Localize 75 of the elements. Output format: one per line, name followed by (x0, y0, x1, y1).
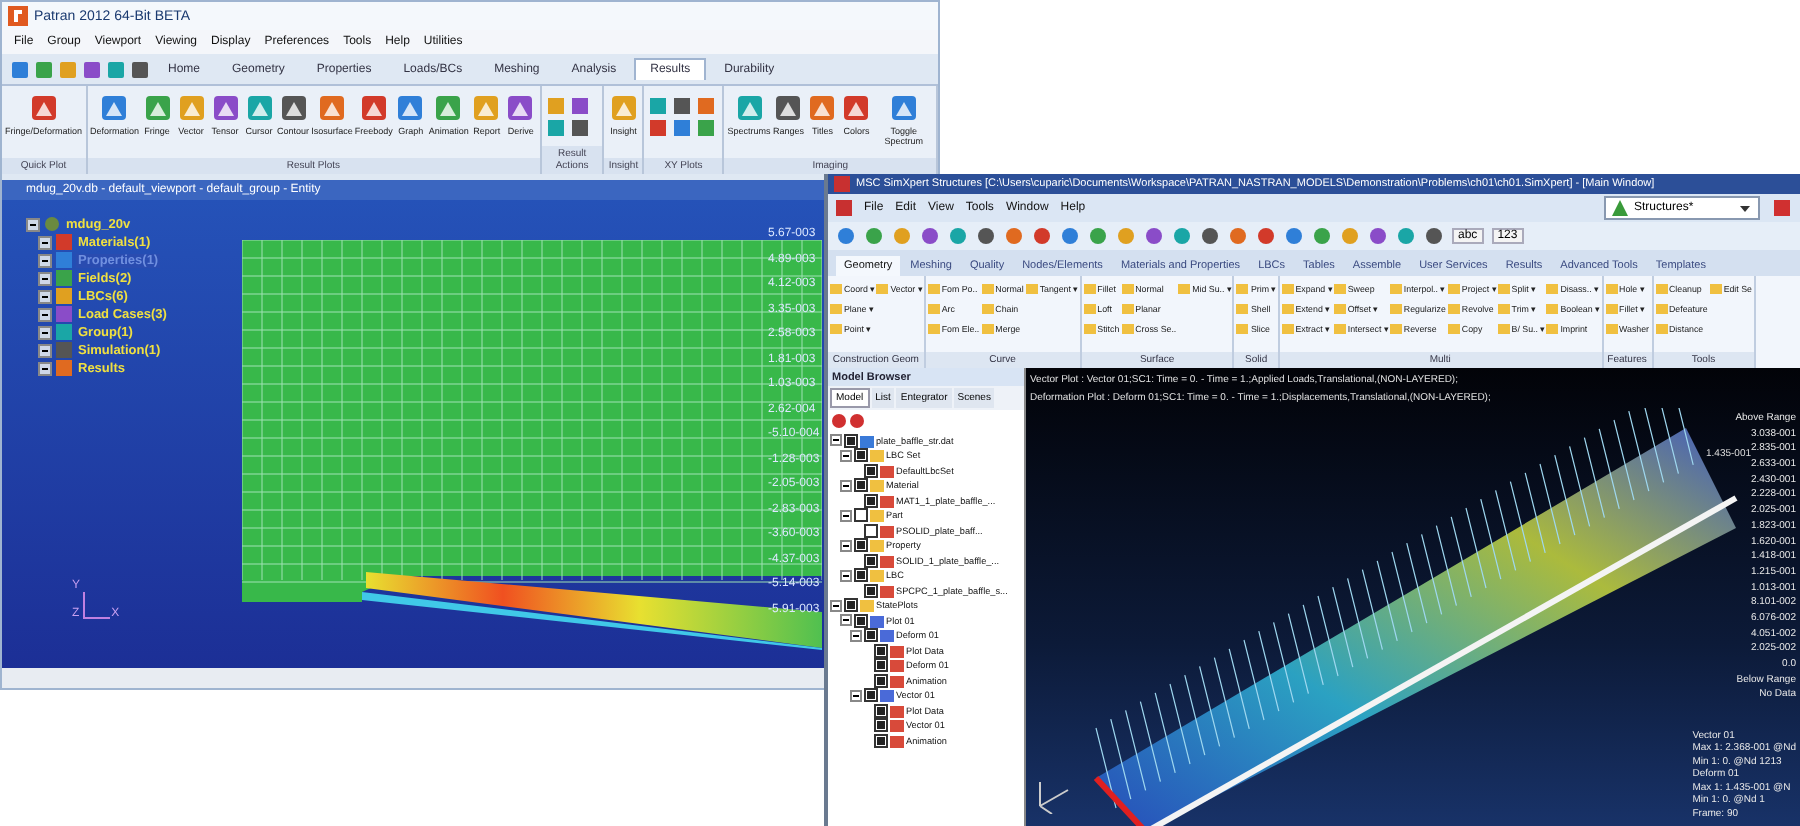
plot-icon (357, 92, 390, 124)
tool-icon[interactable] (672, 96, 693, 116)
plot-icon (840, 92, 873, 124)
plot-icon (806, 92, 839, 124)
plot-icon (315, 92, 348, 124)
collapse-icon[interactable] (840, 614, 852, 627)
tool-icon[interactable] (672, 118, 693, 138)
checkbox[interactable] (864, 523, 878, 538)
collapse-icon[interactable] (850, 629, 862, 642)
checkbox[interactable] (854, 448, 868, 463)
checkbox[interactable] (874, 643, 888, 658)
tool-icon[interactable] (569, 96, 590, 116)
collapse-icon[interactable] (830, 599, 842, 612)
tool-icon[interactable] (648, 118, 669, 138)
checkbox[interactable] (874, 673, 888, 688)
collapse-icon[interactable] (38, 289, 52, 303)
caret-icon (1738, 201, 1752, 215)
workspace-icon (1612, 200, 1628, 216)
plot-icon (470, 92, 503, 124)
collapse-icon[interactable] (840, 449, 852, 462)
tool-icon[interactable] (1772, 198, 1792, 218)
checkbox[interactable] (854, 508, 868, 523)
collapse-icon[interactable] (38, 307, 52, 321)
checkbox[interactable] (874, 733, 888, 748)
plot-icon (209, 92, 242, 124)
model-icon (44, 216, 60, 232)
plot-icon (772, 92, 805, 124)
plot-icon (243, 92, 276, 124)
folder-icon (1709, 282, 1722, 294)
plot-icon (504, 92, 537, 124)
checkbox[interactable] (854, 613, 868, 628)
collapse-icon[interactable] (38, 325, 52, 339)
collapse-icon[interactable] (830, 434, 842, 447)
plot-icon (432, 92, 465, 124)
plot-icon (98, 92, 131, 124)
tool-icon[interactable] (569, 118, 590, 138)
collapse-icon[interactable] (840, 569, 852, 582)
checkbox[interactable] (864, 583, 878, 598)
plot-icon (175, 92, 208, 124)
plot-icon (27, 92, 60, 124)
plot-icon (277, 92, 310, 124)
collapse-icon[interactable] (840, 539, 852, 552)
checkbox[interactable] (854, 568, 868, 583)
checkbox[interactable] (854, 538, 868, 553)
checkbox[interactable] (854, 478, 868, 493)
checkbox[interactable] (864, 628, 878, 643)
tool-icon[interactable] (696, 118, 717, 138)
axis-triad-icon (81, 592, 110, 620)
collapse-icon[interactable] (38, 235, 52, 249)
checkbox[interactable] (864, 493, 878, 508)
collapse-icon[interactable] (840, 509, 852, 522)
plot-icon (733, 92, 765, 124)
collapse-icon[interactable] (38, 361, 52, 375)
collapse-icon[interactable] (840, 479, 852, 492)
collapse-icon[interactable] (850, 689, 862, 702)
checkbox[interactable] (844, 598, 858, 613)
plot-icon (394, 92, 427, 124)
collapse-icon[interactable] (38, 271, 52, 285)
tool-icon[interactable] (696, 96, 717, 116)
checkbox[interactable] (864, 688, 878, 703)
collapse-icon[interactable] (26, 217, 40, 231)
folder-icon (1025, 282, 1038, 294)
plot-icon (607, 92, 640, 124)
checkbox[interactable] (874, 718, 888, 733)
checkbox[interactable] (874, 658, 888, 673)
plot-icon (887, 92, 920, 124)
checkbox[interactable] (864, 553, 878, 568)
checkbox[interactable] (874, 703, 888, 718)
checkbox[interactable] (844, 433, 858, 448)
plot-icon (141, 92, 174, 124)
folder-icon (1178, 282, 1191, 294)
collapse-icon[interactable] (38, 253, 52, 267)
folder-icon (876, 282, 889, 294)
checkbox[interactable] (864, 463, 878, 478)
collapse-icon[interactable] (38, 343, 52, 357)
